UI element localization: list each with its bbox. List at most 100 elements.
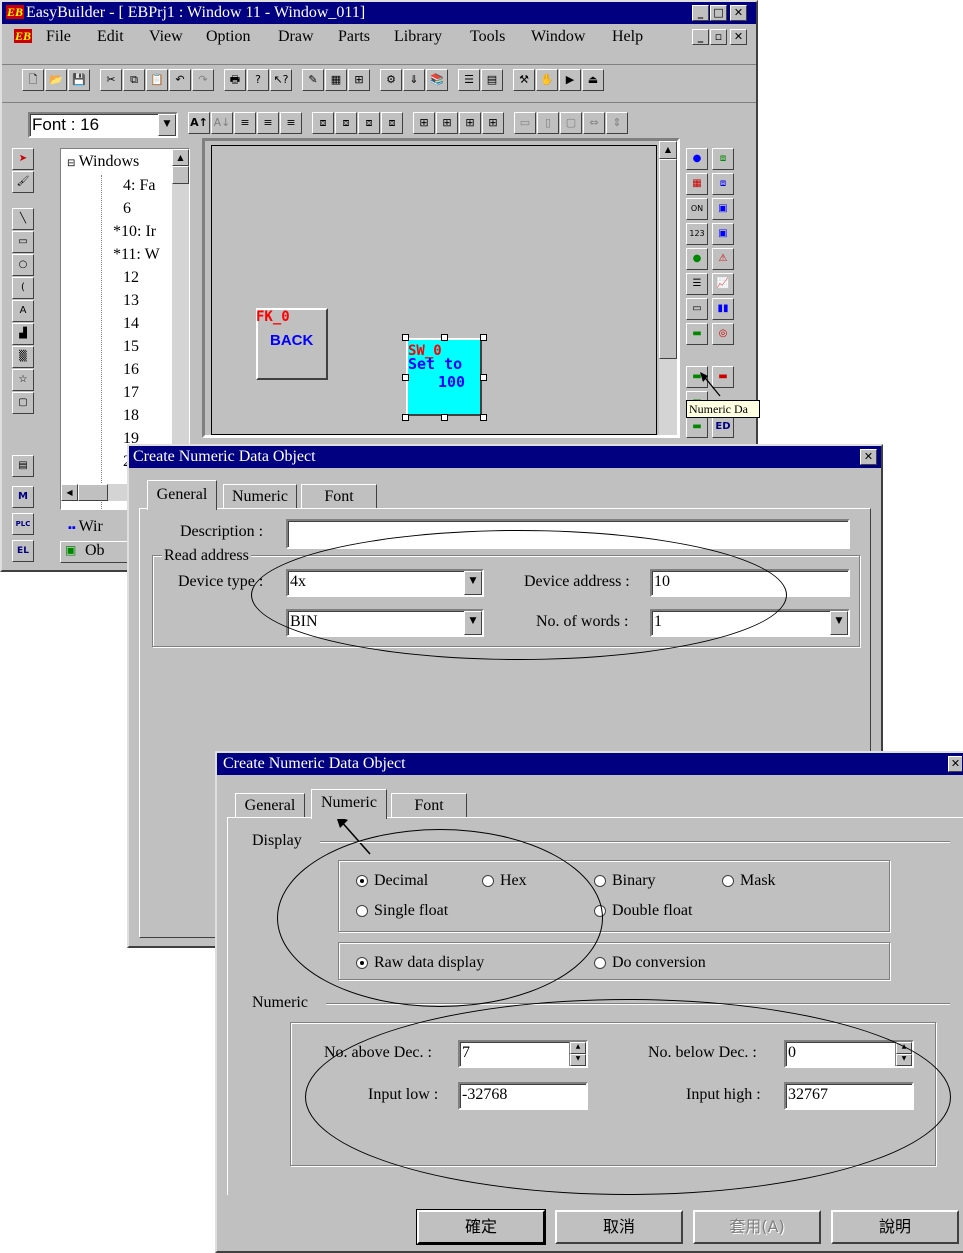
tree-item[interactable]: 4: Fa xyxy=(123,177,155,195)
set-word-switch[interactable]: SW_0 Set to 100 xyxy=(406,338,482,416)
align-top-icon[interactable]: ⊞ xyxy=(413,112,435,134)
apply-button[interactable]: 套用(A) xyxy=(693,1210,821,1244)
paste-icon[interactable]: 📋 xyxy=(146,69,168,91)
radio-mask[interactable]: Mask xyxy=(720,872,776,890)
toggle-icon[interactable]: ● xyxy=(686,248,708,270)
radio-single-float[interactable]: Single float xyxy=(354,902,448,920)
numeric-input-icon[interactable]: 123 xyxy=(686,223,708,245)
radio-do-conversion-dot[interactable] xyxy=(594,957,606,969)
radio-raw-data[interactable]: Raw data display xyxy=(354,954,484,972)
minimize-button[interactable]: _ xyxy=(692,5,709,21)
same-width-icon[interactable]: ▭ xyxy=(514,112,536,134)
tab-numeric[interactable]: Numeric xyxy=(223,484,297,508)
hand-icon[interactable]: ✋ xyxy=(536,69,558,91)
radio-hex[interactable]: Hex xyxy=(480,872,527,890)
menu-file[interactable]: File xyxy=(46,28,71,46)
canvas-scroll-up-icon[interactable]: ▲ xyxy=(659,141,677,159)
compile-icon[interactable]: ⚙ xyxy=(380,69,402,91)
menu-view[interactable]: View xyxy=(149,28,183,46)
set-bit-icon[interactable]: ON xyxy=(686,198,708,220)
new-icon[interactable]: 🗋 xyxy=(22,69,44,91)
bar-icon[interactable]: ☰ xyxy=(686,273,708,295)
radio-do-conversion[interactable]: Do conversion xyxy=(592,954,706,972)
direct-icon[interactable]: ▣ xyxy=(712,223,734,245)
hammer-icon[interactable]: ⚒ xyxy=(513,69,535,91)
tree-item[interactable]: 14 xyxy=(123,315,139,333)
rectangle-icon[interactable]: ▭ xyxy=(12,231,34,253)
word-lamp-icon[interactable]: ▦ xyxy=(686,173,708,195)
radio-decimal-dot[interactable] xyxy=(356,875,368,887)
save-icon[interactable]: 💾 xyxy=(68,69,90,91)
tree-scroll-thumb[interactable] xyxy=(172,166,189,184)
selection-handle[interactable] xyxy=(480,334,487,341)
library-icon[interactable]: 📚 xyxy=(426,69,448,91)
selection-handle[interactable] xyxy=(480,414,487,421)
menu-draw[interactable]: Draw xyxy=(278,28,314,46)
radio-hex-dot[interactable] xyxy=(482,875,494,887)
canvas-vscrollbar[interactable]: ▲ xyxy=(659,141,677,435)
font-bigger-icon[interactable]: A↑ xyxy=(188,112,210,134)
canvas-scroll-thumb[interactable] xyxy=(659,159,677,359)
selection-handle[interactable] xyxy=(402,334,409,341)
cut-icon[interactable]: ✂ xyxy=(100,69,122,91)
child-minimize-button[interactable]: _ xyxy=(692,29,709,45)
macro-icon[interactable]: M xyxy=(12,486,34,508)
tree-item[interactable]: 12 xyxy=(123,269,139,287)
device-type-select[interactable]: 4x ▼ xyxy=(286,569,484,597)
align-hcenter-icon[interactable]: ⊞ xyxy=(459,112,481,134)
grid-icon[interactable]: ▦ xyxy=(325,69,347,91)
dialog-numeric-close-button[interactable]: ✕ xyxy=(948,756,962,772)
el-icon[interactable]: EL xyxy=(12,540,34,562)
tab-general[interactable]: General xyxy=(235,793,305,817)
numeric-display-icon[interactable]: ▬ xyxy=(686,323,708,345)
radio-double-float[interactable]: Double float xyxy=(592,902,692,920)
tree-collapse-icon[interactable]: ⊟ xyxy=(67,158,79,169)
tab-general[interactable]: General xyxy=(147,480,217,510)
help-button[interactable]: 說明 xyxy=(831,1210,959,1244)
design-canvas[interactable]: FK_0 BACK SW_0 Set to 100 xyxy=(211,145,657,435)
layer-back-icon[interactable]: ⧈ xyxy=(335,112,357,134)
tree-tab-windows[interactable]: ▪▪ Wir xyxy=(68,518,103,536)
ed-icon[interactable]: ED xyxy=(712,416,734,438)
list-icon[interactable]: ☰ xyxy=(458,69,480,91)
tree-item[interactable]: 17 xyxy=(123,384,139,402)
selection-handle[interactable] xyxy=(402,374,409,381)
selection-handle[interactable] xyxy=(480,374,487,381)
help-icon[interactable]: ? xyxy=(247,69,269,91)
below-dec-spinner[interactable]: 0 ▲ ▼ xyxy=(784,1040,914,1068)
multistate-icon[interactable]: ⧈ xyxy=(712,173,734,195)
layer-front-icon[interactable]: ⧈ xyxy=(312,112,334,134)
font-select[interactable]: Font : 16 ▼ xyxy=(28,112,178,138)
radio-double-float-dot[interactable] xyxy=(594,905,606,917)
device-address-input[interactable]: 10 xyxy=(650,569,850,597)
run-icon[interactable]: ▶ xyxy=(559,69,581,91)
radio-mask-dot[interactable] xyxy=(722,875,734,887)
align-center-icon[interactable]: ≡ xyxy=(257,112,279,134)
device-type-arrow-icon[interactable]: ▼ xyxy=(464,571,482,595)
align-right-icon[interactable]: ≡ xyxy=(280,112,302,134)
meter-icon[interactable]: ◎ xyxy=(712,323,734,345)
tab-font[interactable]: Font xyxy=(391,793,467,817)
menu-tools[interactable]: Tools xyxy=(470,28,505,46)
pattern-icon[interactable]: ▒ xyxy=(12,346,34,368)
child-restore-button[interactable]: ▫ xyxy=(710,29,727,45)
open-icon[interactable]: 📂 xyxy=(45,69,67,91)
menu-edit[interactable]: Edit xyxy=(97,28,124,46)
exit-icon[interactable]: ⏏ xyxy=(582,69,604,91)
tree-scroll-left-icon[interactable]: ◀ xyxy=(61,484,78,501)
radio-raw-data-dot[interactable] xyxy=(356,957,368,969)
input-high-field[interactable]: 32767 xyxy=(784,1082,914,1110)
redo-icon[interactable]: ↷ xyxy=(192,69,214,91)
color-picker-icon[interactable]: 🖌 xyxy=(12,171,34,193)
scale-icon[interactable]: ▟ xyxy=(12,323,34,345)
child-close-button[interactable]: ✕ xyxy=(730,29,747,45)
circle-icon[interactable]: ○ xyxy=(12,254,34,276)
menu-option[interactable]: Option xyxy=(206,28,250,46)
tree-item[interactable]: *10: Ir xyxy=(113,223,156,241)
select-icon[interactable]: ➤ xyxy=(12,148,34,170)
maximize-button[interactable]: □ xyxy=(710,5,727,21)
no-of-words-select[interactable]: 1 ▼ xyxy=(650,609,850,637)
tree-scroll-up-icon[interactable]: ▲ xyxy=(172,149,189,166)
tree-vscrollbar[interactable]: ▲ xyxy=(172,149,189,484)
selection-handle[interactable] xyxy=(402,414,409,421)
